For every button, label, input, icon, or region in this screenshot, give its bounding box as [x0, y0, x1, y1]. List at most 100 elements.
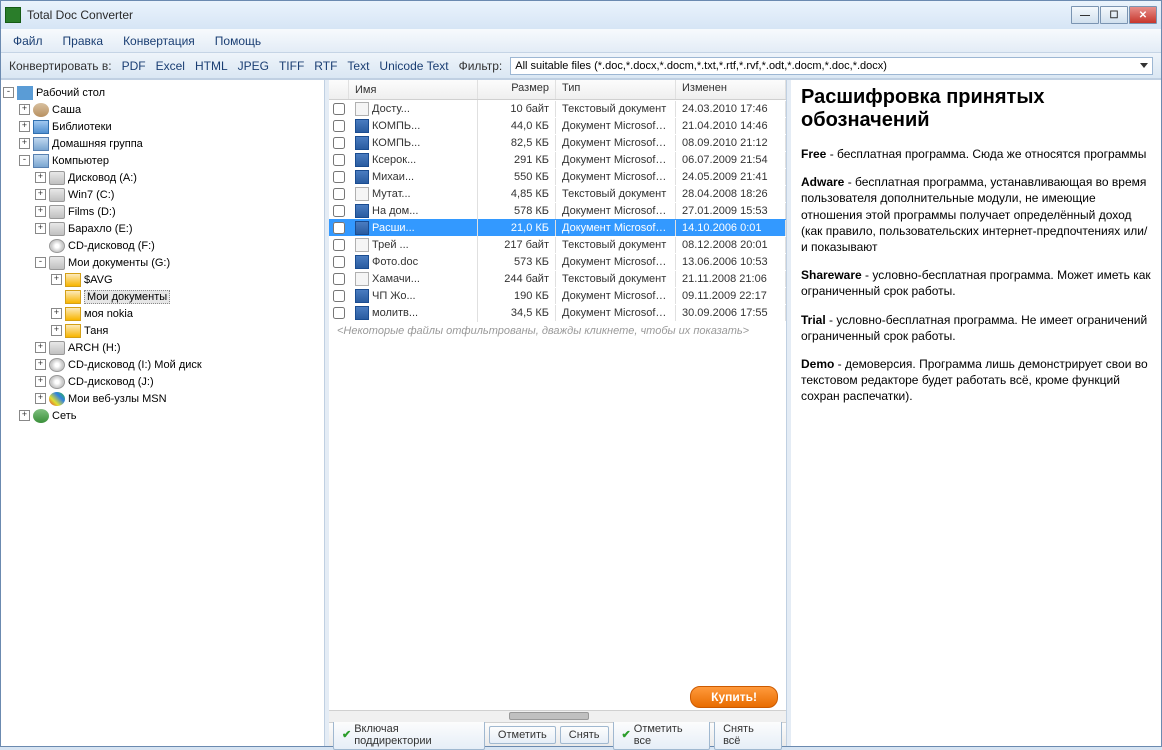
file-row[interactable]: Фото.doc573 КБДокумент Microsoft ...13.0…: [329, 253, 786, 270]
minimize-button[interactable]: —: [1071, 6, 1099, 24]
column-type[interactable]: Тип: [556, 80, 676, 99]
format-rtf[interactable]: RTF: [314, 59, 337, 73]
expand-icon[interactable]: +: [35, 376, 46, 387]
expand-icon[interactable]: +: [35, 223, 46, 234]
tree-item[interactable]: +Мои веб-узлы MSN: [3, 390, 322, 407]
file-row[interactable]: На дом...578 КБДокумент Microsoft ...27.…: [329, 202, 786, 219]
scrollbar-thumb[interactable]: [509, 712, 589, 720]
uncheck-button[interactable]: Снять: [560, 726, 609, 744]
file-row[interactable]: ЧП Жо...190 КБДокумент Microsoft ...09.1…: [329, 287, 786, 304]
tree-item[interactable]: +$AVG: [3, 271, 322, 288]
file-checkbox[interactable]: [333, 120, 345, 132]
tree-item[interactable]: +моя nokia: [3, 305, 322, 322]
file-row[interactable]: Расши...21,0 КБДокумент Microsoft ...14.…: [329, 219, 786, 236]
expand-icon[interactable]: +: [19, 121, 30, 132]
tree-item[interactable]: +CD-дисковод (J:): [3, 373, 322, 390]
tree-item[interactable]: + Саша: [3, 101, 322, 118]
file-row[interactable]: Мутат...4,85 КБТекстовый документ28.04.2…: [329, 185, 786, 202]
file-checkbox[interactable]: [333, 239, 345, 251]
file-checkbox[interactable]: [333, 307, 345, 319]
expand-icon[interactable]: +: [51, 325, 62, 336]
expand-icon[interactable]: +: [51, 308, 62, 319]
collapse-icon[interactable]: -: [19, 155, 30, 166]
tree-item[interactable]: +Домашняя группа: [3, 135, 322, 152]
file-row[interactable]: Досту...10 байтТекстовый документ24.03.2…: [329, 100, 786, 117]
menu-convert[interactable]: Конвертация: [119, 32, 199, 50]
format-text[interactable]: Text: [347, 59, 369, 73]
format-jpeg[interactable]: JPEG: [238, 59, 269, 73]
menu-edit[interactable]: Правка: [59, 32, 108, 50]
maximize-button[interactable]: ☐: [1100, 6, 1128, 24]
tree-item[interactable]: +Win7 (C:): [3, 186, 322, 203]
file-checkbox[interactable]: [333, 290, 345, 302]
menu-help[interactable]: Помощь: [211, 32, 265, 50]
file-checkbox[interactable]: [333, 103, 345, 115]
format-unicode[interactable]: Unicode Text: [379, 59, 448, 73]
tree-item[interactable]: Мои документы: [3, 288, 322, 305]
file-list[interactable]: Досту...10 байтТекстовый документ24.03.2…: [329, 100, 786, 684]
collapse-icon[interactable]: -: [3, 87, 14, 98]
buy-button[interactable]: Купить!: [690, 686, 778, 708]
close-button[interactable]: ✕: [1129, 6, 1157, 24]
file-row[interactable]: Михаи...550 КБДокумент Microsoft ...24.0…: [329, 168, 786, 185]
expand-icon[interactable]: +: [35, 393, 46, 404]
file-checkbox[interactable]: [333, 137, 345, 149]
file-row[interactable]: Ксерок...291 КБДокумент Microsoft ...06.…: [329, 151, 786, 168]
file-checkbox[interactable]: [333, 256, 345, 268]
tree-item-label: Саша: [52, 104, 81, 116]
folder-tree[interactable]: -Рабочий стол + Саша +Библиотеки+Домашняя г…: [1, 80, 325, 746]
uncheck-all-button[interactable]: Снять всё: [714, 720, 782, 750]
tree-item[interactable]: +Таня: [3, 322, 322, 339]
column-name[interactable]: Имя: [349, 80, 478, 99]
expand-icon[interactable]: +: [35, 206, 46, 217]
file-row[interactable]: Трей ...217 байтТекстовый документ08.12.…: [329, 236, 786, 253]
expand-icon[interactable]: +: [35, 189, 46, 200]
file-checkbox[interactable]: [333, 188, 345, 200]
filter-dropdown[interactable]: All suitable files (*.doc,*.docx,*.docm,…: [510, 57, 1153, 75]
tree-item[interactable]: CD-дисковод (F:): [3, 237, 322, 254]
file-checkbox[interactable]: [333, 205, 345, 217]
tree-item[interactable]: -Компьютер: [3, 152, 322, 169]
horizontal-scrollbar[interactable]: [329, 710, 786, 722]
expand-icon[interactable]: +: [35, 342, 46, 353]
expand-icon[interactable]: +: [35, 172, 46, 183]
file-row[interactable]: КОМПЬ...82,5 КБДокумент Microsoft ...08.…: [329, 134, 786, 151]
expand-icon[interactable]: +: [19, 410, 30, 421]
check-all-button[interactable]: ✔Отметить все: [613, 720, 711, 750]
expand-icon[interactable]: +: [19, 104, 30, 115]
file-checkbox[interactable]: [333, 273, 345, 285]
expand-icon[interactable]: +: [19, 138, 30, 149]
check-button[interactable]: Отметить: [489, 726, 556, 744]
toolbar: Конвертировать в: PDF Excel HTML JPEG TI…: [1, 53, 1161, 79]
tree-item[interactable]: -Мои документы (G:): [3, 254, 322, 271]
file-row[interactable]: КОМПЬ...44,0 КБДокумент Microsoft ...21.…: [329, 117, 786, 134]
filter-note[interactable]: <Некоторые файлы отфильтрованы, дважды к…: [329, 321, 786, 341]
tree-item[interactable]: -Рабочий стол: [3, 84, 322, 101]
include-subdirs-button[interactable]: ✔Включая поддиректории: [333, 720, 485, 750]
file-size: 291 КБ: [478, 152, 556, 168]
file-checkbox[interactable]: [333, 154, 345, 166]
file-checkbox[interactable]: [333, 222, 345, 234]
tree-item[interactable]: +ARCH (H:): [3, 339, 322, 356]
format-pdf[interactable]: PDF: [122, 59, 146, 73]
expand-icon[interactable]: +: [51, 274, 62, 285]
preview-paragraph: Shareware - условно-бесплатная программа…: [801, 267, 1151, 299]
file-row[interactable]: молитв...34,5 КБДокумент Microsoft ...30…: [329, 304, 786, 321]
tree-item[interactable]: +Films (D:): [3, 203, 322, 220]
collapse-icon[interactable]: -: [35, 257, 46, 268]
column-modified[interactable]: Изменен: [676, 80, 786, 99]
file-checkbox[interactable]: [333, 171, 345, 183]
format-tiff[interactable]: TIFF: [279, 59, 304, 73]
folder-icon: [65, 290, 81, 304]
file-row[interactable]: Хамачи...244 байтТекстовый документ21.11…: [329, 270, 786, 287]
column-size[interactable]: Размер: [478, 80, 556, 99]
expand-icon[interactable]: +: [35, 359, 46, 370]
tree-item[interactable]: +CD-дисковод (I:) Мой диск: [3, 356, 322, 373]
format-html[interactable]: HTML: [195, 59, 228, 73]
tree-item[interactable]: +Дисковод (A:): [3, 169, 322, 186]
tree-item[interactable]: +Барахло (E:): [3, 220, 322, 237]
menu-file[interactable]: Файл: [9, 32, 47, 50]
tree-item[interactable]: +Библиотеки: [3, 118, 322, 135]
format-excel[interactable]: Excel: [156, 59, 185, 73]
tree-item[interactable]: +Сеть: [3, 407, 322, 424]
